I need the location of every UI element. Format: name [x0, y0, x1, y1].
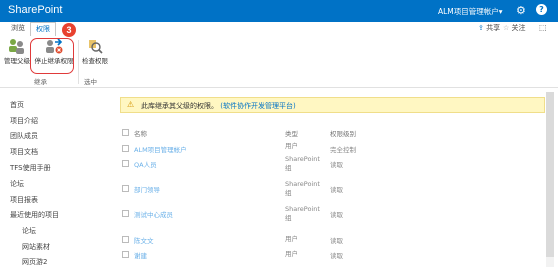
row-permission: 完全控制 — [330, 146, 356, 154]
ribbon-tab-row: 浏览 权限 ⇪ 共享 ☆ 关注 ⬚ — [0, 22, 558, 37]
inheritance-notice: ⚠ 此库继承其父级的权限。 (软件协作开发管理平台) — [120, 97, 545, 113]
row-checkbox[interactable] — [122, 145, 129, 152]
row-name[interactable]: ALM项目管理帐户 — [134, 144, 187, 154]
user-menu[interactable]: ALM项目管理帐户▾ — [438, 6, 503, 17]
focus-icon[interactable]: ⬚ — [539, 23, 547, 32]
row-name[interactable]: 陈文文 — [134, 235, 154, 245]
step-number-badge: 3 — [62, 23, 76, 37]
nav-item-team[interactable]: 团队成员 — [10, 131, 38, 141]
row-permission: 读取 — [330, 237, 343, 245]
share-icon: ⇪ — [478, 24, 484, 32]
row-name[interactable]: 谢建 — [134, 250, 147, 260]
follow-label: 关注 — [511, 24, 526, 32]
row-permission: 读取 — [330, 211, 343, 219]
row-checkbox[interactable] — [122, 236, 129, 243]
check-permissions-icon — [89, 40, 103, 54]
row-checkbox[interactable] — [122, 251, 129, 258]
row-permission: 读取 — [330, 161, 343, 169]
manage-parent-button[interactable]: 管理父级 — [2, 38, 32, 65]
nav-item-tfs-manual[interactable]: TFS使用手册 — [10, 163, 51, 173]
row-permission: 读取 — [330, 252, 343, 260]
share-button[interactable]: ⇪ 共享 — [478, 23, 500, 33]
row-type: 用户 — [285, 142, 298, 150]
row-name[interactable]: 测试中心成员 — [134, 209, 173, 219]
row-type: 用户 — [285, 235, 298, 243]
row-type: 用户 — [285, 250, 298, 258]
column-header-permission[interactable]: 权限级别 — [330, 128, 356, 138]
check-permissions-button[interactable]: 检查权限 — [80, 38, 110, 65]
gear-icon[interactable]: ⚙ — [516, 4, 526, 17]
nav-subitem-assets[interactable]: 网站素材 — [22, 242, 50, 252]
nav-item-home[interactable]: 首页 — [10, 100, 24, 110]
row-type: SharePoint 组 — [285, 155, 320, 172]
row-type: SharePoint 组 — [285, 180, 320, 197]
ribbon-group-divider — [78, 40, 79, 84]
nav-item-forum[interactable]: 论坛 — [10, 179, 24, 189]
row-name[interactable]: QA人员 — [134, 159, 157, 169]
tab-permissions[interactable]: 权限 — [30, 22, 56, 37]
nav-subitem-page2[interactable]: 网页游2 — [22, 257, 47, 267]
notice-parent-link[interactable]: (软件协作开发管理平台) — [220, 102, 295, 110]
row-checkbox[interactable] — [122, 210, 129, 217]
notice-message: 此库继承其父级的权限。 (软件协作开发管理平台) — [141, 101, 296, 111]
manage-parent-icon — [9, 39, 24, 54]
row-type: SharePoint 组 — [285, 205, 320, 222]
nav-item-recent: 最近使用的项目 — [10, 211, 59, 219]
ribbon: 管理父级 停止继承权限 检查权限 继承 选中 — [0, 36, 558, 88]
nav-item-intro[interactable]: 项目介绍 — [10, 116, 38, 126]
row-checkbox[interactable] — [122, 160, 129, 167]
share-label: 共享 — [486, 24, 501, 32]
help-icon[interactable]: ? — [536, 4, 547, 15]
scrollbar-thumb[interactable] — [546, 92, 554, 257]
warning-icon: ⚠ — [127, 100, 135, 109]
brand-logo[interactable]: SharePoint — [8, 4, 62, 16]
manage-parent-label: 管理父级 — [4, 57, 30, 65]
row-permission: 读取 — [330, 186, 343, 194]
tab-browse[interactable]: 浏览 — [6, 22, 30, 35]
ribbon-group-inherit-label: 继承 — [34, 78, 47, 86]
column-header-name[interactable]: 名称 — [134, 128, 147, 138]
row-name[interactable]: 部门领导 — [134, 184, 160, 194]
star-icon: ☆ — [503, 24, 510, 32]
check-permissions-label: 检查权限 — [82, 57, 108, 65]
follow-button[interactable]: ☆ 关注 — [503, 23, 526, 33]
notice-text: 此库继承其父级的权限。 — [141, 102, 218, 110]
nav-item-docs[interactable]: 项目文档 — [10, 147, 38, 157]
select-all-checkbox[interactable] — [122, 129, 129, 136]
column-header-type[interactable]: 类型 — [285, 128, 298, 138]
highlight-outline — [30, 38, 74, 74]
row-checkbox[interactable] — [122, 185, 129, 192]
ribbon-group-check-label: 选中 — [84, 78, 97, 86]
nav-item-reports[interactable]: 项目报表 — [10, 195, 38, 205]
nav-subitem-forum[interactable]: 论坛 — [22, 226, 36, 236]
